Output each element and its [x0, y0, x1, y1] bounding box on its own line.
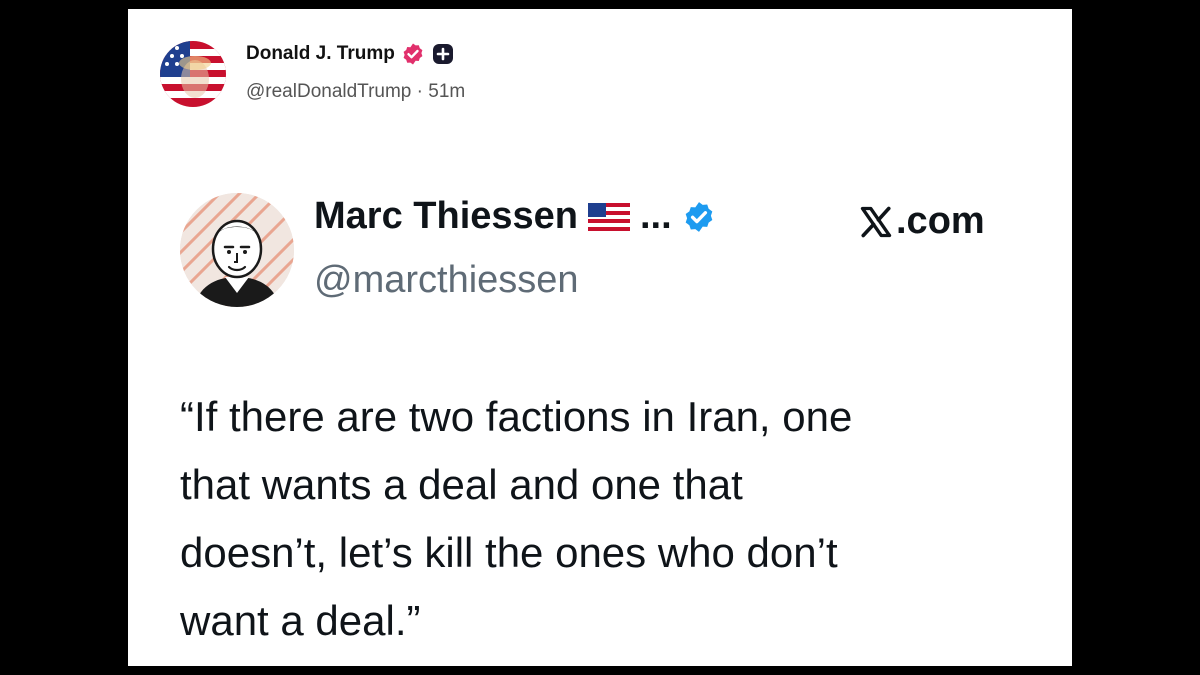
post-card: Donald J. Trump @realDonaldTrump · 51m M… [128, 9, 1072, 666]
us-flag-icon [588, 202, 630, 231]
post-author-name-row: Donald J. Trump [246, 42, 455, 66]
tweet-author-name: Marc Thiessen [314, 195, 578, 237]
post-meta: @realDonaldTrump · 51m [246, 81, 465, 103]
meta-separator: · [416, 81, 423, 102]
post-author-handle[interactable]: @realDonaldTrump [246, 81, 411, 102]
source-label-row: .com [858, 200, 985, 243]
cartoon-portrait-icon [180, 193, 294, 307]
flag-portrait-avatar-icon [160, 41, 226, 107]
tweet-author-avatar [180, 193, 294, 307]
verified-check-icon [682, 200, 716, 234]
tweet-text: “If there are two factions in Iran, one … [180, 393, 853, 644]
tweet-author-name-row: Marc Thiessen ... [314, 195, 716, 238]
plus-badge-icon[interactable] [431, 42, 455, 66]
name-truncation: ... [640, 195, 672, 237]
source-domain: .com [896, 200, 985, 242]
x-logo-icon [858, 204, 896, 240]
post-timestamp[interactable]: 51m [428, 81, 465, 102]
tweet-author-handle: @marcthiessen [314, 259, 579, 301]
post-author-name[interactable]: Donald J. Trump [246, 43, 395, 65]
post-author-avatar[interactable] [160, 41, 226, 107]
verified-badge-icon [401, 42, 425, 66]
